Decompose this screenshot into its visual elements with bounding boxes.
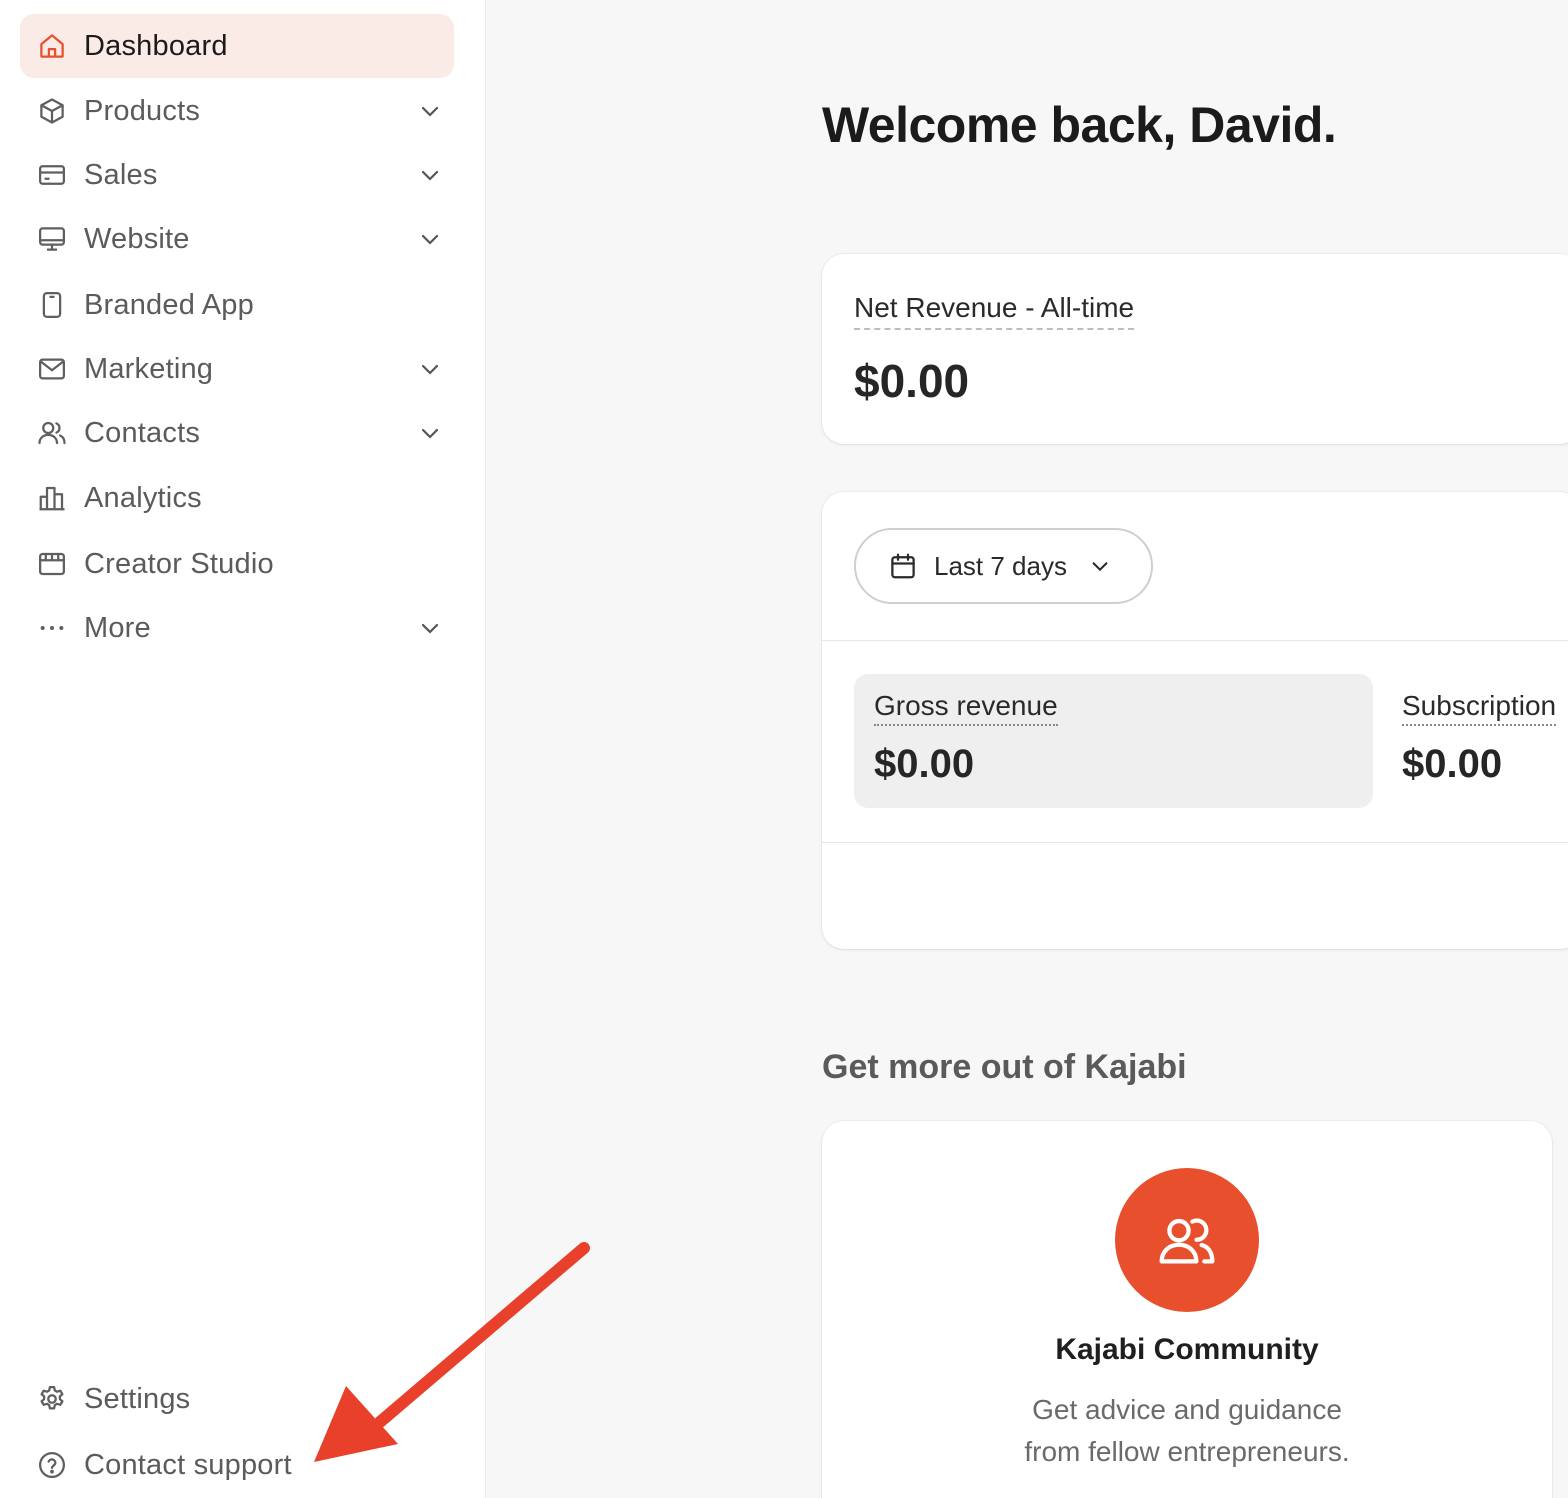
section-title: Get more out of Kajabi: [822, 1048, 1187, 1086]
chevron-down-icon[interactable]: [416, 355, 444, 383]
sidebar-item-products[interactable]: Products: [20, 79, 454, 143]
community-description: Get advice and guidance from fellow entr…: [822, 1389, 1552, 1473]
mail-icon: [36, 353, 68, 385]
metric-value: $0.00: [1402, 742, 1503, 786]
date-range-dropdown[interactable]: Last 7 days: [854, 528, 1153, 604]
sidebar-item-marketing[interactable]: Marketing: [20, 337, 454, 401]
net-revenue-title[interactable]: Net Revenue - All-time: [854, 292, 1135, 330]
bar-chart-icon: [36, 482, 68, 514]
sidebar-item-label: Contacts: [84, 416, 201, 449]
help-circle-icon: [36, 1449, 68, 1481]
sidebar-item-contacts[interactable]: Contacts: [20, 401, 454, 465]
home-icon: [36, 30, 68, 62]
sidebar-item-more[interactable]: More: [20, 596, 454, 660]
gear-icon: [36, 1383, 68, 1415]
sidebar-item-dashboard[interactable]: Dashboard: [20, 14, 454, 78]
sidebar-item-creator-studio[interactable]: Creator Studio: [20, 532, 454, 596]
calendar-window-icon: [36, 548, 68, 580]
sidebar-item-label: More: [84, 611, 151, 644]
net-revenue-card: Net Revenue - All-time $0.00: [822, 254, 1568, 444]
sidebar-item-website[interactable]: Website: [20, 207, 454, 271]
sidebar-item-settings[interactable]: Settings: [20, 1367, 454, 1431]
sidebar: Dashboard Products Sales Website Branded…: [0, 0, 486, 1498]
monitor-icon: [36, 223, 68, 255]
metric-label: Gross revenue: [874, 690, 1058, 726]
calendar-icon: [888, 551, 918, 581]
phone-icon: [36, 289, 68, 321]
sidebar-item-label: Settings: [84, 1382, 191, 1415]
page-title: Welcome back, David.: [822, 97, 1337, 153]
community-card[interactable]: Kajabi Community Get advice and guidance…: [822, 1121, 1552, 1498]
sidebar-item-label: Products: [84, 94, 201, 127]
net-revenue-value: $0.00: [854, 355, 970, 407]
credit-card-icon: [36, 159, 68, 191]
subscription-metric[interactable]: Subscription $0.00: [1382, 674, 1568, 808]
divider: [822, 640, 1568, 641]
chevron-down-icon[interactable]: [416, 161, 444, 189]
sidebar-item-label: Marketing: [84, 352, 214, 385]
community-title: Kajabi Community: [1055, 1333, 1319, 1366]
sidebar-item-label: Creator Studio: [84, 547, 274, 580]
sidebar-item-label: Analytics: [84, 481, 202, 514]
sidebar-item-analytics[interactable]: Analytics: [20, 466, 454, 530]
main-content: Welcome back, David. Net Revenue - All-t…: [487, 0, 1568, 1498]
stats-card: Last 7 days Gross revenue $0.00 Subscrip…: [822, 492, 1568, 949]
date-range-label: Last 7 days: [934, 550, 1067, 581]
metric-label: Subscription: [1402, 690, 1557, 726]
sidebar-item-label: Branded App: [84, 288, 254, 321]
sidebar-item-contact-support[interactable]: Contact support: [20, 1433, 454, 1497]
community-icon: [1115, 1168, 1259, 1312]
box-icon: [36, 95, 68, 127]
community-description-line: from fellow entrepreneurs.: [1024, 1436, 1350, 1467]
sidebar-item-label: Dashboard: [84, 29, 228, 62]
community-description-line: Get advice and guidance: [1032, 1394, 1342, 1425]
sidebar-item-label: Contact support: [84, 1448, 292, 1481]
sidebar-item-branded-app[interactable]: Branded App: [20, 273, 454, 337]
chevron-down-icon[interactable]: [416, 419, 444, 447]
users-icon: [36, 417, 68, 449]
chevron-down-icon[interactable]: [416, 225, 444, 253]
metric-value: $0.00: [874, 742, 975, 786]
sidebar-item-sales[interactable]: Sales: [20, 143, 454, 207]
more-dots-icon: [36, 612, 68, 644]
divider: [822, 842, 1568, 843]
chevron-down-icon[interactable]: [416, 614, 444, 642]
sidebar-item-label: Website: [84, 222, 190, 255]
chevron-down-icon: [1089, 555, 1111, 577]
sidebar-item-label: Sales: [84, 158, 158, 191]
chevron-down-icon[interactable]: [416, 97, 444, 125]
gross-revenue-metric[interactable]: Gross revenue $0.00: [854, 674, 1373, 808]
